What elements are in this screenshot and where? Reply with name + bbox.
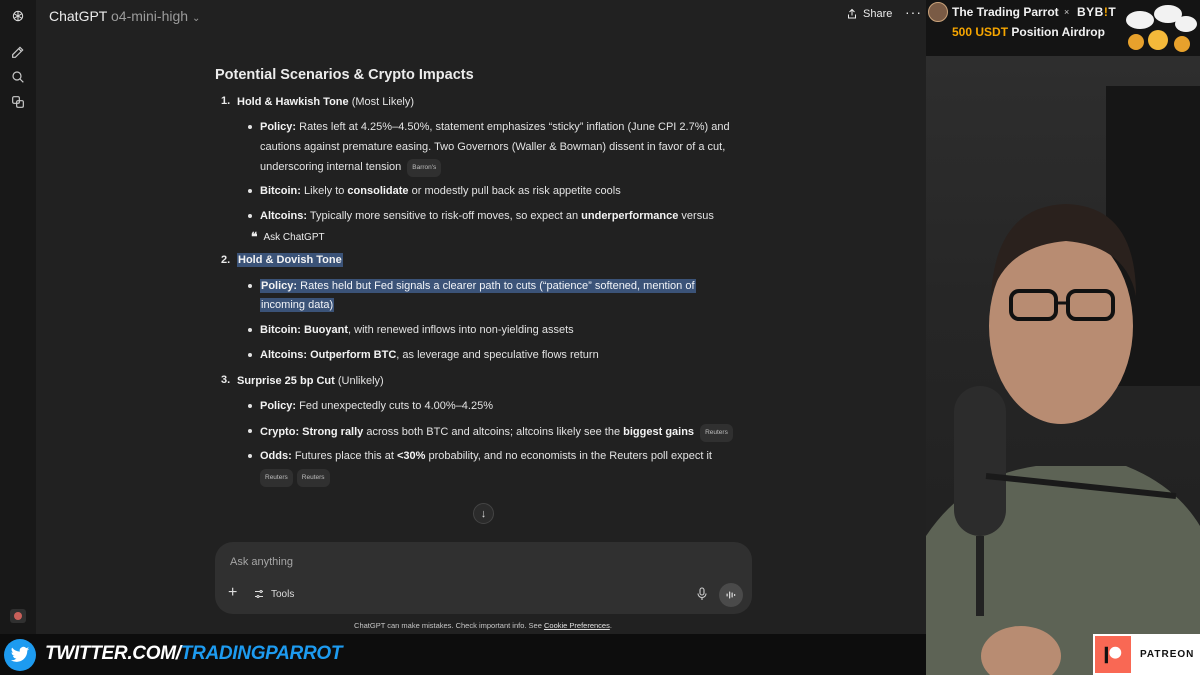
patreon-label: PATREON xyxy=(1140,649,1195,660)
bybit-logo: BYB!T xyxy=(1077,5,1117,19)
sidebar-rail xyxy=(0,0,36,634)
scenario-title: Surprise 25 bp Cut (Unlikely) xyxy=(237,375,384,387)
source-row: Reuters Reuters xyxy=(254,469,330,487)
patreon-logo-icon xyxy=(1095,636,1131,673)
list-item-continued: cautions against premature easing. Two G… xyxy=(260,141,726,153)
scenario-number: 3. xyxy=(221,374,231,386)
list-item: Bitcoin: Buoyant, with renewed inflows i… xyxy=(260,324,574,336)
scenario-title: Hold & Dovish Tone xyxy=(237,253,343,267)
chevron-down-icon: ⌄ xyxy=(191,13,201,24)
list-item: Policy: Rates held but Fed signals a cle… xyxy=(260,279,696,293)
share-button[interactable]: Share xyxy=(846,8,892,20)
share-label: Share xyxy=(863,8,893,20)
arrow-down-icon: ↓ xyxy=(480,507,487,520)
model-selector[interactable]: ChatGPT o4-mini-high ⌄ xyxy=(49,8,200,24)
webcam-feed xyxy=(926,56,1200,675)
channel-name: The Trading Parrot xyxy=(952,5,1059,19)
source-chip[interactable]: Barron's xyxy=(407,159,442,177)
patreon-badge: PATREON xyxy=(1093,634,1200,675)
twitter-bird-icon xyxy=(4,639,36,671)
collab-x: × xyxy=(1064,7,1070,17)
promo-text: 500 USDT Position Airdrop xyxy=(952,25,1105,39)
bullet-dot xyxy=(248,328,252,332)
bullet-dot xyxy=(248,214,252,218)
bullet-dot xyxy=(248,125,252,129)
tools-label: Tools xyxy=(271,588,295,600)
share-icon xyxy=(848,8,856,19)
more-options-button[interactable]: ··· xyxy=(905,4,922,20)
tools-button[interactable]: Tools xyxy=(253,588,294,600)
bullet-dot xyxy=(248,353,252,357)
list-item: Odds: Futures place this at <30% probabi… xyxy=(260,450,712,462)
airdrop-illustration xyxy=(1126,5,1197,52)
quote-icon: ❝ xyxy=(251,230,258,244)
channel-avatar xyxy=(928,2,948,22)
voice-mode-icon[interactable] xyxy=(719,583,743,607)
disclaimer: ChatGPT can make mistakes. Check importa… xyxy=(354,621,612,630)
sponsor-banner: The Trading Parrot × BYB!T 500 USDT Posi… xyxy=(926,0,1200,56)
bullet-dot xyxy=(248,284,252,288)
top-bar: ChatGPT o4-mini-high ⌄ Share ··· xyxy=(36,0,926,34)
app-name: ChatGPT xyxy=(49,8,108,24)
twitter-handle: TWITTER.COM/TRADINGPARROT xyxy=(45,643,343,664)
twitter-banner: TWITTER.COM/TRADINGPARROT xyxy=(0,634,926,675)
chatgpt-window: ChatGPT o4-mini-high ⌄ Share ··· Potenti… xyxy=(0,0,926,634)
prompt-input[interactable] xyxy=(230,554,630,570)
chatgpt-logo-icon[interactable] xyxy=(8,6,28,26)
presenter-video xyxy=(926,86,1200,675)
microphone-icon[interactable] xyxy=(696,587,708,606)
bullet-dot xyxy=(248,429,252,433)
tools-icon xyxy=(255,590,263,598)
source-chip[interactable]: Reuters xyxy=(296,469,330,487)
new-chat-icon[interactable] xyxy=(8,42,28,62)
source-chip[interactable]: Reuters xyxy=(260,469,293,487)
scenario-title: Hold & Hawkish Tone (Most Likely) xyxy=(237,96,415,108)
source-chip[interactable]: Reuters xyxy=(700,424,733,442)
list-item: Altcoins: Typically more sensitive to ri… xyxy=(260,210,714,222)
bullet-dot xyxy=(248,404,252,408)
list-item: Policy: Rates left at 4.25%–4.50%, state… xyxy=(260,121,730,133)
list-item: Policy: Fed unexpectedly cuts to 4.00%–4… xyxy=(260,400,493,412)
search-icon[interactable] xyxy=(8,67,28,87)
model-name: o4-mini-high xyxy=(111,8,189,24)
ask-chatgpt-button[interactable]: ❝ Ask ChatGPT xyxy=(251,230,325,244)
user-avatar-icon[interactable] xyxy=(10,609,26,623)
list-item: Altcoins: Outperform BTC, as leverage an… xyxy=(260,349,599,361)
ask-chatgpt-label: Ask ChatGPT xyxy=(263,231,325,243)
list-item: Bitcoin: Likely to consolidate or modest… xyxy=(260,185,621,197)
list-item: Crypto: Strong rally across both BTC and… xyxy=(260,424,733,442)
list-item-continued: incoming data) xyxy=(260,298,335,312)
library-icon[interactable] xyxy=(8,92,28,112)
bullet-dot xyxy=(248,189,252,193)
cookie-preferences-link[interactable]: Cookie Preferences xyxy=(544,621,610,630)
plus-icon[interactable]: + xyxy=(228,585,237,601)
bullet-dot xyxy=(248,454,252,458)
list-item-continued: underscoring internal tension Barron's xyxy=(260,159,442,177)
scenario-number: 2. xyxy=(221,254,231,266)
response-heading: Potential Scenarios & Crypto Impacts xyxy=(215,67,474,83)
scroll-to-bottom-button[interactable]: ↓ xyxy=(473,503,494,524)
composer: + Tools xyxy=(215,542,752,614)
scenario-number: 1. xyxy=(221,95,231,107)
